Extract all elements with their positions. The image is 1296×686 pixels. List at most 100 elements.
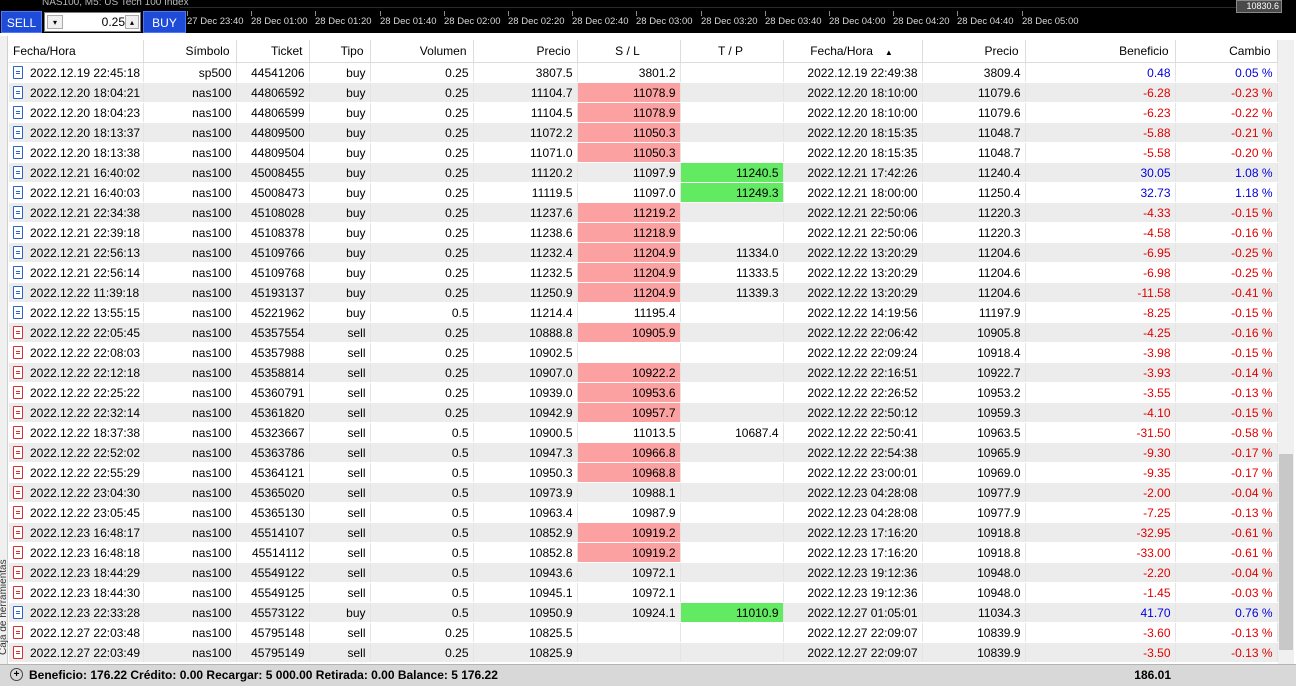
table-row[interactable]: 2022.12.22 22:52:02 nas100 45363786 sell 0.5…	[9, 442, 1278, 463]
table-row[interactable]: 2022.12.21 16:40:02 nas100 45008455 buy 0.25…	[9, 162, 1278, 183]
table-row[interactable]: 2022.12.20 18:13:38 nas100 44809504 buy 0.25…	[9, 142, 1278, 163]
cell-open-price: 10825.5	[473, 622, 578, 643]
cell-close-time: 2022.12.22 22:54:38	[783, 442, 923, 463]
cell-type: buy	[309, 182, 371, 203]
table-row[interactable]: 2022.12.27 22:03:49 nas100 45795149 sell 0.2…	[9, 642, 1278, 663]
sell-button[interactable]: SELL	[1, 11, 42, 33]
table-row[interactable]: 2022.12.23 18:44:30 nas100 45549125 sell 0.5…	[9, 582, 1278, 603]
chevron-down-icon[interactable]: ▾	[47, 15, 63, 29]
table-row[interactable]: 2022.12.22 22:05:45 nas100 45357554 sell 0.2…	[9, 322, 1278, 343]
column-header-take-profit[interactable]: T / P	[680, 40, 784, 63]
column-header-close-price[interactable]: Precio	[922, 40, 1026, 63]
table-row[interactable]: 2022.12.21 22:39:18 nas100 45108378 buy 0.25…	[9, 222, 1278, 243]
table-row[interactable]: 2022.12.21 22:56:14 nas100 45109768 buy 0.25…	[9, 262, 1278, 283]
column-header-profit[interactable]: Beneficio	[1025, 40, 1176, 63]
cell-close-price: 11197.9	[922, 302, 1026, 323]
cell-change: -0.16 %	[1175, 222, 1278, 243]
cell-close-price: 10948.0	[922, 582, 1026, 603]
open-time-text: 2022.12.21 22:39:18	[30, 225, 141, 240]
cell-open-time: 2022.12.21 22:56:13	[9, 242, 144, 263]
table-row[interactable]: 2022.12.22 22:25:22 nas100 45360791 sell 0.2…	[9, 382, 1278, 403]
cell-symbol: nas100	[143, 422, 237, 443]
vertical-scrollbar[interactable]	[1278, 40, 1294, 664]
cell-close-time: 2022.12.23 17:16:20	[783, 542, 923, 563]
cell-volume: 0.25	[370, 162, 474, 183]
table-row[interactable]: 2022.12.21 22:56:13 nas100 45109766 buy 0.25…	[9, 242, 1278, 263]
cell-profit: -3.50	[1025, 642, 1176, 663]
cell-stop-loss: 11050.3	[577, 122, 681, 143]
cell-volume: 0.5	[370, 562, 474, 583]
cell-close-time: 2022.12.21 22:50:06	[783, 202, 923, 223]
cell-profit: -9.35	[1025, 462, 1176, 483]
chart-area[interactable]: NAS100, M5: US Tech 100 Index 10830.6 27…	[0, 0, 1296, 33]
cell-open-time: 2022.12.22 23:05:45	[9, 502, 144, 523]
scrollbar-thumb[interactable]	[1279, 454, 1293, 650]
cell-stop-loss: 11013.5	[577, 422, 681, 443]
table-row[interactable]: 2022.12.22 23:05:45 nas100 45365130 sell 0.5…	[9, 502, 1278, 523]
cell-close-price: 11220.3	[922, 202, 1026, 223]
table-row[interactable]: 2022.12.20 18:04:21 nas100 44806592 buy 0.25…	[9, 82, 1278, 103]
cell-stop-loss	[577, 622, 681, 643]
table-row[interactable]: 2022.12.22 11:39:18 nas100 45193137 buy 0.25…	[9, 282, 1278, 303]
table-row[interactable]: 2022.12.23 16:48:17 nas100 45514107 sell 0.5…	[9, 522, 1278, 543]
column-header-ticket[interactable]: Ticket	[236, 40, 310, 63]
column-header-open-time[interactable]: Fecha/Hora	[9, 40, 144, 63]
table-row[interactable]: 2022.12.20 18:13:37 nas100 44809500 buy 0.25…	[9, 122, 1278, 143]
table-row[interactable]: 2022.12.23 22:33:28 nas100 45573122 buy 0.5 1…	[9, 602, 1278, 623]
chart-time-label: 28 Dec 02:00	[444, 16, 501, 27]
table-row[interactable]: 2022.12.21 16:40:03 nas100 45008473 buy 0.25…	[9, 182, 1278, 203]
cell-open-time: 2022.12.22 22:08:03	[9, 342, 144, 363]
table-row[interactable]: 2022.12.22 22:08:03 nas100 45357988 sell 0.2…	[9, 342, 1278, 363]
cell-symbol: nas100	[143, 242, 237, 263]
column-header-type[interactable]: Tipo	[309, 40, 371, 63]
column-header-open-price[interactable]: Precio	[473, 40, 578, 63]
table-row[interactable]: 2022.12.19 22:45:18 sp500 44541206 buy 0.25 3…	[9, 62, 1278, 83]
toolbox-label[interactable]: Caja de herramientas	[0, 559, 9, 655]
column-header-stop-loss[interactable]: S / L	[577, 40, 681, 63]
cell-volume: 0.5	[370, 602, 474, 623]
cell-change: -0.23 %	[1175, 82, 1278, 103]
column-header-volume[interactable]: Volumen	[370, 40, 474, 63]
table-row[interactable]: 2022.12.22 18:37:38 nas100 45323667 sell 0.5…	[9, 422, 1278, 443]
column-header-close-time[interactable]: Fecha/Hora ▲	[783, 40, 923, 63]
cell-type: buy	[309, 202, 371, 223]
lot-size-input[interactable]	[67, 14, 125, 30]
cell-open-time: 2022.12.21 22:56:14	[9, 262, 144, 283]
table-row[interactable]: 2022.12.22 22:12:18 nas100 45358814 sell 0.2…	[9, 362, 1278, 383]
cell-type: buy	[309, 142, 371, 163]
cell-close-time: 2022.12.22 13:20:29	[783, 262, 923, 283]
buy-button[interactable]: BUY	[143, 11, 186, 33]
table-row[interactable]: 2022.12.23 16:48:18 nas100 45514112 sell 0.5…	[9, 542, 1278, 563]
cell-symbol: nas100	[143, 142, 237, 163]
cell-close-price: 10839.9	[922, 622, 1026, 643]
cell-symbol: nas100	[143, 322, 237, 343]
cell-close-time: 2022.12.22 22:50:12	[783, 402, 923, 423]
table-row[interactable]: 2022.12.27 22:03:48 nas100 45795148 sell 0.2…	[9, 622, 1278, 643]
column-header-change[interactable]: Cambio	[1175, 40, 1278, 63]
open-time-text: 2022.12.20 18:04:21	[30, 85, 141, 100]
cell-close-price: 11048.7	[922, 142, 1026, 163]
table-row[interactable]: 2022.12.22 13:55:15 nas100 45221962 buy 0.5 1…	[9, 302, 1278, 323]
table-row[interactable]: 2022.12.22 22:55:29 nas100 45364121 sell 0.5…	[9, 462, 1278, 483]
cell-close-price: 11204.6	[922, 242, 1026, 263]
open-time-text: 2022.12.22 22:25:22	[30, 385, 141, 400]
cell-volume: 0.25	[370, 202, 474, 223]
cell-profit: 30.05	[1025, 162, 1176, 183]
table-row[interactable]: 2022.12.20 18:04:23 nas100 44806599 buy 0.25…	[9, 102, 1278, 123]
cell-change: -0.22 %	[1175, 102, 1278, 123]
expand-plus-icon[interactable]: +	[10, 668, 23, 681]
table-row[interactable]: 2022.12.22 23:04:30 nas100 45365020 sell 0.5…	[9, 482, 1278, 503]
cell-close-time: 2022.12.23 04:28:08	[783, 502, 923, 523]
table-row[interactable]: 2022.12.21 22:34:38 nas100 45108028 buy 0.25…	[9, 202, 1278, 223]
column-header-symbol[interactable]: Símbolo	[143, 40, 237, 63]
cell-profit: -7.25	[1025, 502, 1176, 523]
open-time-text: 2022.12.21 22:34:38	[30, 205, 141, 220]
spin-up-icon[interactable]: ▴	[125, 15, 139, 29]
cell-close-price: 10839.9	[922, 642, 1026, 663]
cell-open-time: 2022.12.20 18:13:38	[9, 142, 144, 163]
cell-close-time: 2022.12.22 14:19:56	[783, 302, 923, 323]
table-row[interactable]: 2022.12.23 18:44:29 nas100 45549122 sell 0.5…	[9, 562, 1278, 583]
buy-deal-icon	[13, 65, 23, 79]
cell-type: buy	[309, 82, 371, 103]
table-row[interactable]: 2022.12.22 22:32:14 nas100 45361820 sell 0.2…	[9, 402, 1278, 423]
